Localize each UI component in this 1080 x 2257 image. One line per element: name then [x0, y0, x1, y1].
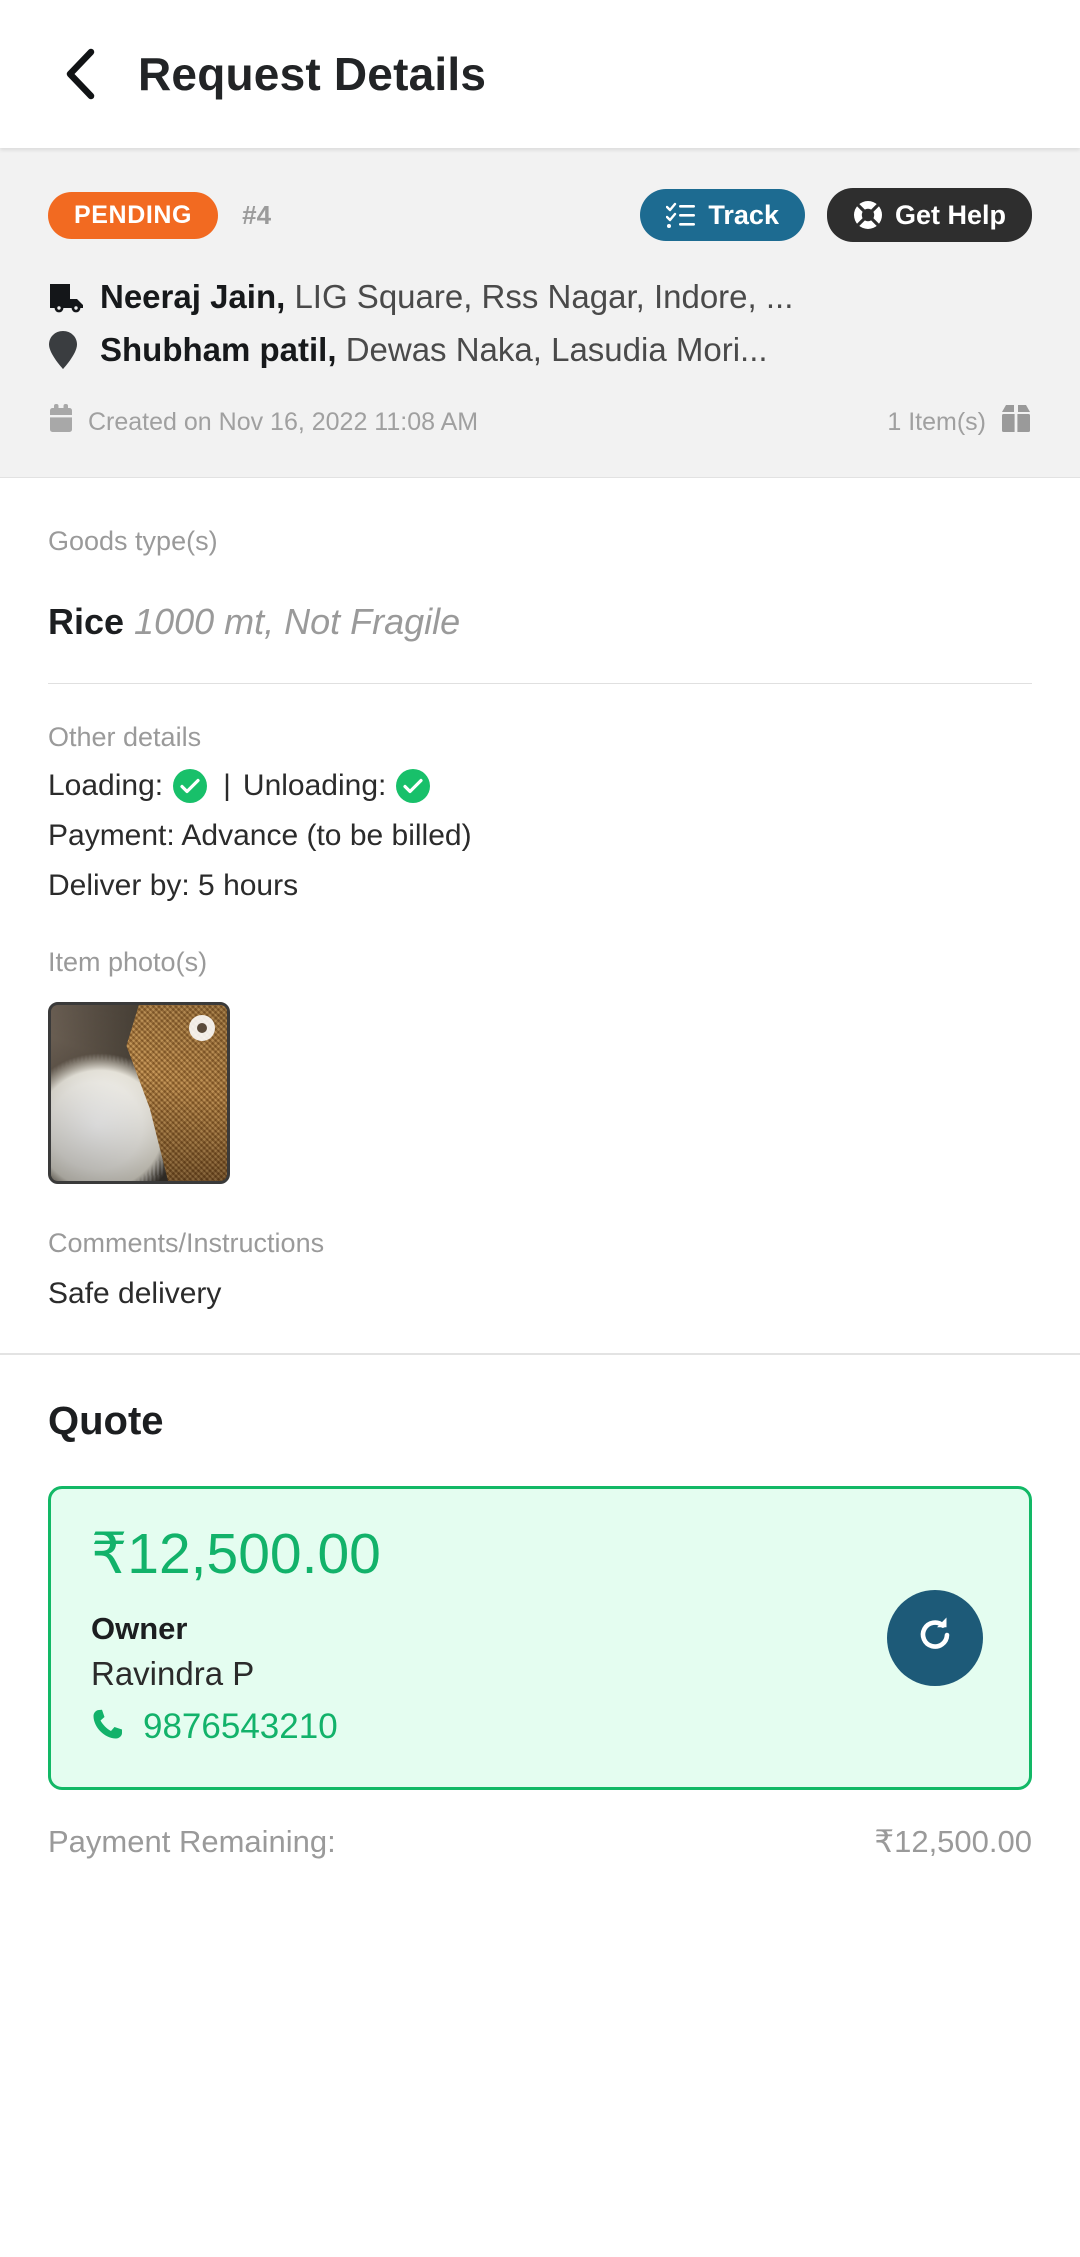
quote-amount: ₹12,500.00 — [91, 1522, 381, 1586]
quote-heading: Quote — [48, 1399, 164, 1443]
drop-address-row[interactable]: Shubham patil, Dewas Naka, Lasudia Mori.… — [48, 330, 1032, 370]
app-bar: Request Details — [0, 0, 1080, 148]
get-help-button[interactable]: Get Help — [826, 188, 1032, 242]
drop-address: Dewas Naka, Lasudia Mori... — [345, 331, 768, 368]
refresh-icon — [911, 1611, 959, 1664]
get-help-button-label: Get Help — [894, 199, 1006, 230]
payment-remaining-label: Payment Remaining: — [48, 1823, 336, 1859]
loading-label: Loading: — [48, 769, 164, 802]
quote-owner-name: Ravindra P — [91, 1654, 255, 1692]
comments-text: Safe delivery — [48, 1277, 222, 1310]
calendar-icon — [48, 404, 74, 441]
drop-address-text: Shubham patil, Dewas Naka, Lasudia Mori.… — [100, 331, 768, 369]
checklist-icon — [666, 201, 696, 229]
request-id: #4 — [242, 199, 272, 230]
back-button[interactable] — [48, 43, 110, 105]
quote-phone-number: 9876543210 — [143, 1706, 338, 1746]
other-details-section: Other details Loading: | Unloading: Paym… — [0, 684, 1080, 903]
refresh-quote-button[interactable] — [887, 1589, 983, 1686]
created-info: Created on Nov 16, 2022 11:08 AM — [48, 404, 478, 441]
other-details-label: Other details — [48, 722, 202, 752]
goods-type-label: Goods type(s) — [48, 526, 218, 556]
goods-description: 1000 mt, Not Fragile — [134, 601, 461, 642]
payment-remaining-value: ₹12,500.00 — [874, 1823, 1032, 1859]
comments-section: Comments/Instructions Safe delivery — [0, 1184, 1080, 1353]
chevron-left-icon — [61, 48, 97, 100]
item-photos-label: Item photo(s) — [48, 947, 208, 977]
items-count-info: 1 Item(s) — [887, 404, 1032, 441]
phone-icon — [91, 1707, 125, 1746]
unloading-check-icon — [396, 769, 431, 803]
pickup-address-text: Neeraj Jain, LIG Square, Rss Nagar, Indo… — [100, 278, 793, 316]
goods-name: Rice — [48, 601, 125, 642]
summary-top-row: PENDING #4 Track Get Help — [48, 188, 1032, 242]
status-badge: PENDING — [48, 191, 219, 239]
item-photos-section: Item photo(s) — [0, 903, 1080, 1184]
request-summary-panel: PENDING #4 Track Get Help Neeraj Jain, L… — [0, 148, 1080, 478]
truck-icon — [48, 281, 100, 313]
pickup-address-row[interactable]: Neeraj Jain, LIG Square, Rss Nagar, Indo… — [48, 278, 1032, 316]
map-pin-icon — [48, 330, 100, 370]
quote-owner-label: Owner — [91, 1610, 188, 1646]
quote-card[interactable]: ₹12,500.00 Owner Ravindra P 9876543210 — [48, 1486, 1032, 1790]
photo-overlay-icon — [189, 1015, 215, 1041]
pickup-address: LIG Square, Rss Nagar, Indore, ... — [294, 278, 794, 315]
loading-unloading-row: Loading: | Unloading: — [48, 769, 1032, 803]
track-button-label: Track — [708, 199, 779, 230]
pickup-name: Neeraj Jain, — [100, 278, 286, 315]
loading-separator: | — [223, 769, 231, 802]
created-on-text: Created on Nov 16, 2022 11:08 AM — [88, 408, 479, 436]
items-count-text: 1 Item(s) — [887, 408, 986, 436]
page-title: Request Details — [138, 48, 487, 100]
item-photo-thumbnail[interactable] — [48, 1002, 230, 1184]
track-button[interactable]: Track — [640, 189, 805, 241]
quote-phone-row[interactable]: 9876543210 — [91, 1707, 989, 1747]
goods-item-row: Rice 1000 mt, Not Fragile — [48, 601, 1032, 643]
goods-section: Goods type(s) Rice 1000 mt, Not Fragile — [0, 478, 1080, 684]
drop-name: Shubham patil, — [100, 331, 337, 368]
quote-section: Quote ₹12,500.00 Owner Ravindra P 987654… — [0, 1355, 1080, 1790]
unloading-label: Unloading: — [242, 769, 387, 802]
box-icon — [1000, 404, 1032, 441]
summary-actions: Track Get Help — [640, 188, 1032, 242]
comments-label: Comments/Instructions — [48, 1228, 325, 1258]
payment-remaining-row: Payment Remaining: ₹12,500.00 — [0, 1790, 1080, 1900]
deliver-by-text: Deliver by: 5 hours — [48, 869, 299, 902]
summary-meta-row: Created on Nov 16, 2022 11:08 AM 1 Item(… — [48, 404, 1032, 441]
payment-terms-text: Payment: Advance (to be billed) — [48, 819, 472, 852]
lifebuoy-icon — [853, 200, 883, 230]
loading-check-icon — [173, 769, 208, 803]
